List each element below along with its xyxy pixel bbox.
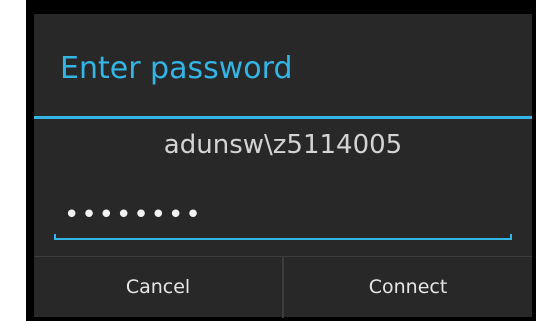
password-field[interactable]: ••••••••	[54, 190, 512, 240]
password-field-tick-right	[510, 234, 512, 240]
dialog-title: Enter password	[60, 51, 293, 86]
title-divider	[34, 116, 532, 119]
password-dialog: Enter password adunsw\z5114005 •••••••• …	[34, 14, 532, 318]
password-value: ••••••••	[64, 200, 203, 230]
username-label: adunsw\z5114005	[163, 130, 403, 160]
password-field-tick-left	[54, 234, 56, 240]
button-bar: Cancel Connect	[34, 256, 532, 318]
device-screen: Enter password adunsw\z5114005 •••••••• …	[26, 0, 536, 321]
connect-button[interactable]: Connect	[284, 257, 532, 318]
password-field-underline	[54, 238, 512, 240]
cancel-button[interactable]: Cancel	[34, 257, 282, 318]
